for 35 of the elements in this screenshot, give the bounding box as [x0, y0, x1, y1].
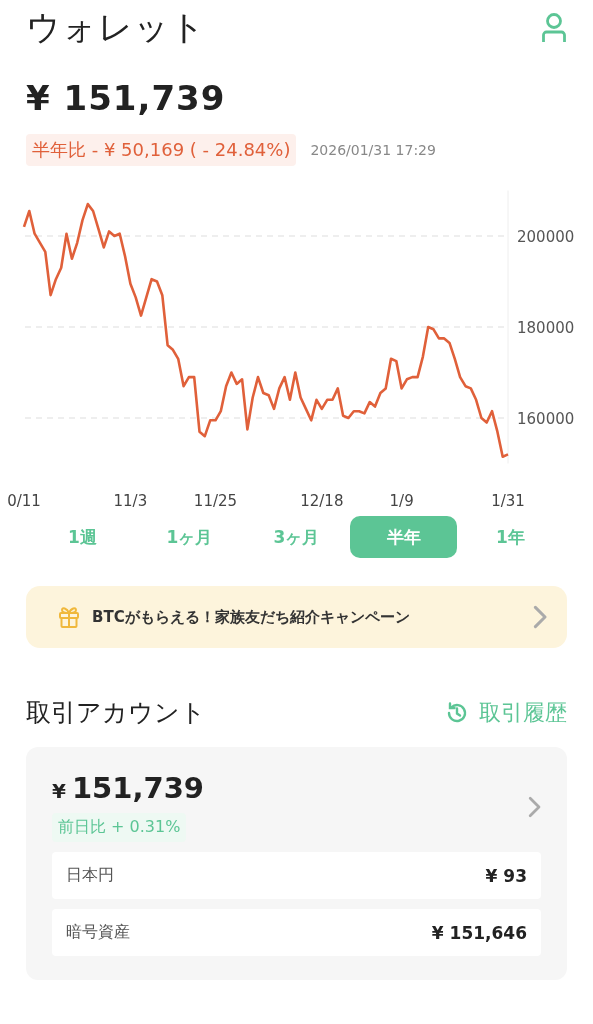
history-link[interactable]: 取引履歴 [445, 697, 567, 728]
asset-value: ¥ 151,646 [431, 922, 527, 943]
campaign-banner[interactable]: BTCがもらえる！家族友だち紹介キャンペーン [26, 586, 567, 648]
asset-label: 日本円 [66, 865, 114, 886]
daily-change: 前日比 + 0.31% [52, 813, 187, 842]
page-title: ウォレット [26, 6, 206, 49]
axis-label: 12/18 [300, 492, 344, 510]
user-icon[interactable] [541, 12, 567, 44]
period-tab[interactable]: 1ヶ月 [136, 516, 243, 558]
period-tab[interactable]: 1週 [29, 516, 136, 558]
axis-label: 1/9 [389, 492, 414, 510]
axis-label: 200000 [517, 228, 575, 246]
total-balance: ¥ 151,739 [25, 78, 227, 118]
axis-label: 11/3 [113, 492, 148, 510]
axis-label: 180000 [517, 319, 575, 337]
axis-label: 0/11 [7, 492, 41, 510]
chevron-right-icon [527, 795, 541, 818]
chevron-right-icon [532, 605, 547, 629]
gift-icon [58, 605, 80, 629]
asset-value: ¥ 93 [485, 865, 527, 886]
period-tab[interactable]: 半年 [350, 516, 457, 558]
axis-label: 1/31 [491, 492, 525, 510]
history-icon [445, 700, 469, 725]
banner-text: BTCがもらえる！家族友だち紹介キャンペーン [92, 607, 411, 627]
change-label: 半年比 - ¥ 50,169 ( - 24.84%) [26, 134, 297, 166]
currency-symbol: ¥ [52, 779, 66, 803]
axis-label: 11/25 [193, 492, 238, 510]
section-title: 取引アカウント [26, 697, 206, 729]
period-tab[interactable]: 1年 [457, 516, 564, 558]
account-card[interactable]: ¥ 151,739 前日比 + 0.31% 日本円 ¥ 93 暗号資産 ¥ 151,646 [26, 747, 567, 980]
account-balance: 151,739 [71, 771, 204, 805]
timestamp: 2026/01/31 17:29 [310, 142, 436, 158]
axis-label: 160000 [517, 410, 575, 428]
period-tab[interactable]: 3ヶ月 [243, 516, 350, 558]
asset-label: 暗号資産 [66, 922, 130, 943]
